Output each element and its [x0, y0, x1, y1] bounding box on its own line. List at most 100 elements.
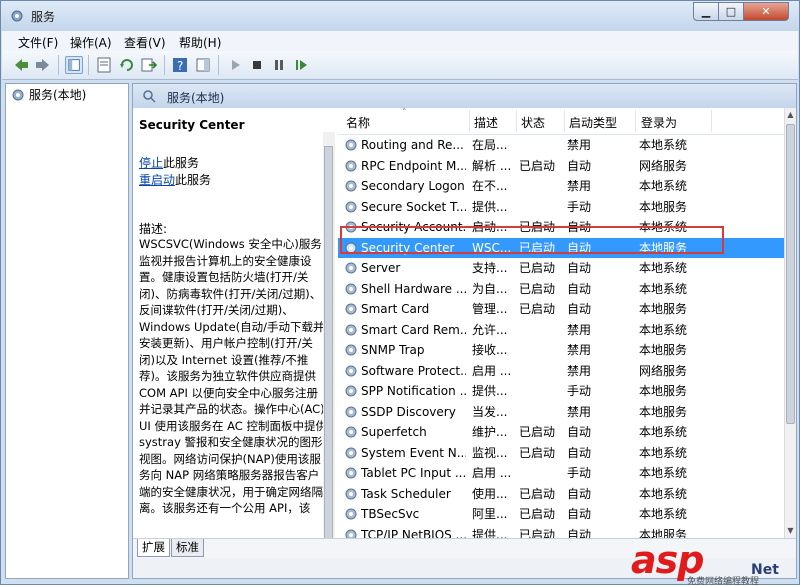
- service-logon-as: 本地系统: [639, 322, 688, 337]
- column-logon-as[interactable]: 登录为: [641, 114, 677, 131]
- tab-extended[interactable]: 扩展: [137, 539, 170, 557]
- window-title: 服务: [31, 10, 56, 24]
- service-name: SPP Notification ...: [361, 384, 466, 398]
- service-name: Security Account...: [361, 220, 466, 234]
- column-description[interactable]: 描述: [474, 114, 498, 131]
- service-name: SSDP Discovery: [361, 404, 456, 419]
- tab-standard[interactable]: 标准: [171, 539, 204, 557]
- service-row[interactable]: Secure Socket T... 提供... 手动 本地服务: [338, 197, 784, 218]
- service-logon-as: 本地服务: [639, 240, 688, 255]
- service-name: Smart Card: [361, 302, 430, 316]
- restart-link[interactable]: 重启动: [139, 173, 175, 187]
- services-panel: 服务(本地) Security Center 停止此服务 重启动此服务 描述: …: [132, 83, 797, 579]
- service-startup-type: 禁用: [567, 179, 592, 193]
- menu-view[interactable]: 查看(V): [124, 34, 166, 51]
- forward-arrow-icon[interactable]: [34, 56, 52, 74]
- service-description: 提供...: [472, 527, 508, 539]
- stop-link[interactable]: 停止: [139, 156, 163, 170]
- restart-action: 重启动此服务: [139, 171, 211, 188]
- service-name: System Event N...: [361, 445, 466, 460]
- service-row[interactable]: Software Protect... 启用 ... 禁用 网络服务: [338, 361, 784, 382]
- refresh-icon[interactable]: [118, 56, 136, 74]
- service-row[interactable]: Smart Card 管理... 已启动 自动 本地服务: [338, 299, 784, 320]
- service-logon-as: 本地服务: [639, 199, 688, 214]
- service-row[interactable]: Server 支持... 已启动 自动 本地系统: [338, 258, 784, 279]
- tree-item-services-local[interactable]: 服务(本地): [11, 86, 86, 104]
- console-tree: 服务(本地): [5, 83, 129, 579]
- properties-icon[interactable]: [95, 56, 113, 74]
- service-gear-icon: [345, 201, 357, 212]
- list-scrollbar[interactable]: ▲ ▼: [784, 108, 796, 538]
- scroll-thumb[interactable]: [786, 124, 795, 424]
- scroll-up-icon[interactable]: ▲: [785, 108, 796, 122]
- service-startup-type: 禁用: [567, 343, 592, 357]
- console-tree-icon[interactable]: [65, 56, 83, 74]
- close-button[interactable]: ✕: [743, 2, 789, 21]
- column-header-row: 名称 ˄ 描述 状态 启动类型 登录为: [338, 108, 784, 135]
- service-gear-icon: [345, 180, 357, 192]
- service-description: 当发...: [472, 404, 508, 419]
- service-row[interactable]: TBSecSvc 阿里... 已启动 自动 本地系统: [338, 504, 784, 525]
- service-logon-as: 本地服务: [639, 404, 688, 419]
- service-logon-as: 本地系统: [639, 138, 688, 152]
- service-row[interactable]: SPP Notification ... 提供... 手动 本地服务: [338, 381, 784, 402]
- service-row[interactable]: System Event N... 监视... 已启动 自动 本地系统: [338, 443, 784, 464]
- back-arrow-icon[interactable]: [12, 56, 30, 74]
- services-gear-icon: [11, 10, 23, 22]
- service-description: 启用 ...: [472, 363, 512, 378]
- column-startup-type[interactable]: 启动类型: [569, 114, 617, 131]
- stop-service-icon[interactable]: [248, 56, 266, 74]
- service-startup-type: 自动: [567, 220, 592, 234]
- service-description: WSC...: [472, 240, 512, 255]
- service-gear-icon: [345, 344, 357, 356]
- service-name: Server: [361, 261, 401, 275]
- maximize-button[interactable]: □: [718, 2, 744, 21]
- service-startup-type: 自动: [567, 302, 592, 316]
- service-startup-type: 自动: [567, 425, 592, 439]
- search-gear-icon: [143, 90, 156, 103]
- start-service-icon[interactable]: [226, 56, 244, 74]
- service-name: Security Center: [361, 240, 455, 255]
- title-bar[interactable]: 服务 ▁ □ ✕: [1, 1, 799, 31]
- service-row[interactable]: RPC Endpoint M... 解析 ... 已启动 自动 网络服务: [338, 156, 784, 177]
- service-startup-type: 自动: [567, 486, 592, 501]
- service-row[interactable]: Superfetch 维护... 已启动 自动 本地系统: [338, 422, 784, 443]
- service-gear-icon: [345, 447, 357, 458]
- column-name[interactable]: 名称: [346, 114, 370, 131]
- restart-service-icon[interactable]: [292, 56, 310, 74]
- menu-help[interactable]: 帮助(H): [179, 34, 221, 51]
- service-logon-as: 本地系统: [639, 281, 688, 296]
- export-icon[interactable]: [140, 56, 158, 74]
- watermark-logo: asp Net 免费网络编程教程: [601, 536, 800, 587]
- minimize-button[interactable]: ▁: [693, 2, 719, 21]
- service-row[interactable]: Secondary Logon 在不... 禁用 本地系统: [338, 176, 784, 197]
- description-scrollbar[interactable]: [323, 132, 335, 562]
- service-row[interactable]: SNMP Trap 接收... 禁用 本地服务: [338, 340, 784, 361]
- menu-file[interactable]: 文件(F): [18, 34, 58, 51]
- toolbar: ?: [2, 51, 798, 80]
- service-row-selected[interactable]: Security Center WSC... 已启动 自动 本地服务: [338, 237, 784, 258]
- service-description: 使用...: [472, 486, 508, 501]
- service-gear-icon: [345, 467, 357, 479]
- service-row[interactable]: Routing and Re... 在局... 禁用 本地系统: [338, 135, 784, 156]
- column-status[interactable]: 状态: [521, 114, 545, 131]
- service-logon-as: 本地系统: [639, 220, 688, 234]
- service-startup-type: 禁用: [567, 404, 592, 419]
- service-name: Tablet PC Input ...: [361, 466, 466, 480]
- selected-service-name: Security Center: [139, 118, 245, 132]
- help-icon[interactable]: ?: [171, 56, 189, 74]
- service-row[interactable]: Task Scheduler 使用... 已启动 自动 本地系统: [338, 484, 784, 505]
- service-row[interactable]: SSDP Discovery 当发... 禁用 本地服务: [338, 402, 784, 423]
- service-startup-type: 禁用: [567, 363, 592, 378]
- pause-service-icon[interactable]: [270, 56, 288, 74]
- service-row[interactable]: Tablet PC Input ... 启用 ... 手动 本地系统: [338, 463, 784, 484]
- services-window: 服务 ▁ □ ✕ 文件(F) 操作(A) 查看(V) 帮助(H) ? 服务(本地…: [0, 0, 800, 587]
- service-name: Routing and Re...: [361, 138, 464, 152]
- service-status: 已启动: [519, 445, 556, 460]
- service-row[interactable]: Security Account... 启动... 已启动 自动 本地系统: [338, 217, 784, 238]
- service-row[interactable]: Shell Hardware ... 为自... 已启动 自动 本地系统: [338, 279, 784, 300]
- menu-action[interactable]: 操作(A): [70, 34, 112, 51]
- service-row[interactable]: Smart Card Rem... 允许... 禁用 本地系统: [338, 320, 784, 341]
- show-hide-pane-icon[interactable]: [194, 56, 212, 74]
- service-status: 已启动: [519, 302, 556, 316]
